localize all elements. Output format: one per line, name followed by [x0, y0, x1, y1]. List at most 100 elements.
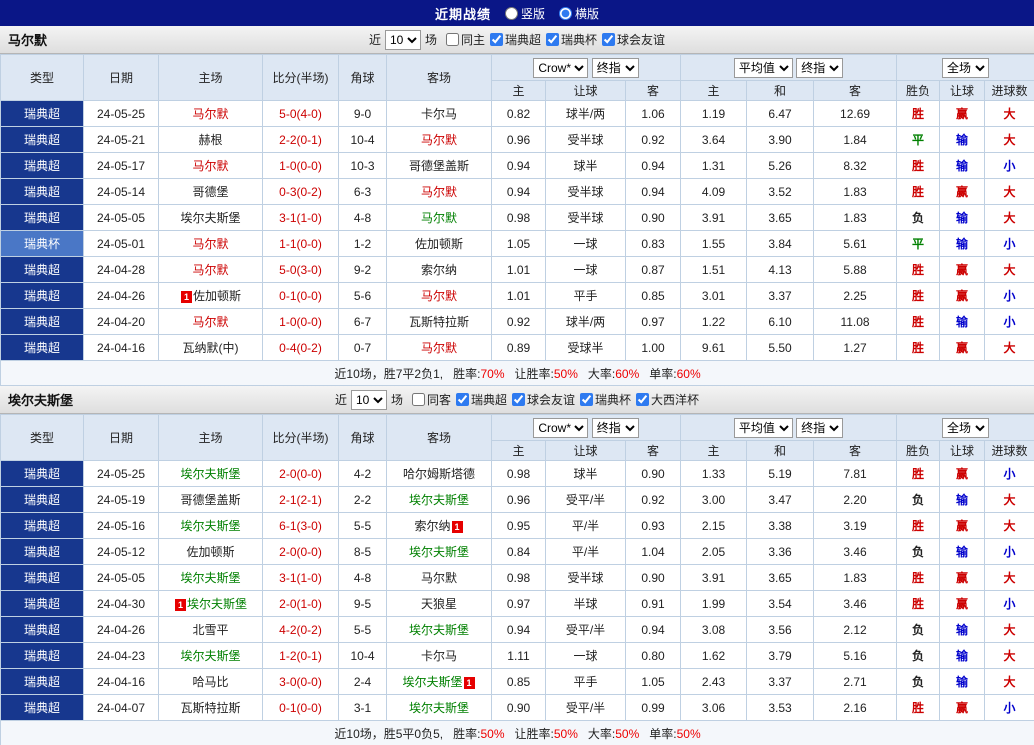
result-goals: 小	[984, 694, 1034, 721]
filter-checkbox[interactable]: 瑞典超	[490, 31, 541, 48]
filter-checkbox[interactable]: 球会友谊	[512, 391, 575, 408]
col-odds-home: 主	[491, 440, 546, 461]
mean-home: 1.33	[680, 460, 748, 487]
match-date: 24-05-05	[83, 564, 159, 591]
filter-checkbox[interactable]: 同客	[411, 391, 451, 408]
mean-stage-select[interactable]: 终指	[796, 417, 844, 438]
mean-draw: 3.38	[746, 512, 815, 539]
match-count-select[interactable]: 10	[350, 389, 387, 410]
stat-label: 胜率:	[453, 726, 481, 741]
checkbox-input[interactable]	[602, 33, 616, 46]
mean-select[interactable]: 平均值	[733, 417, 793, 438]
away-team: 马尔默	[386, 334, 492, 361]
result-handicap: 输	[939, 668, 986, 695]
league-badge: 瑞典超	[0, 694, 84, 721]
match-date: 24-04-28	[83, 256, 159, 283]
away-team: 埃尔夫斯堡 1	[386, 668, 492, 695]
mean-away: 2.25	[813, 282, 898, 309]
match-row: 瑞典超 24-04-20 马尔默 1-0(0-0) 6-7 瓦斯特拉斯 0.92 球半/两 0.…	[0, 308, 1034, 335]
result-handicap: 输	[939, 538, 986, 565]
odds-stage-select[interactable]: 终指	[591, 57, 639, 78]
checkbox-input[interactable]	[490, 33, 503, 46]
col-odds-handicap: 让球	[545, 80, 626, 101]
checkbox-input[interactable]	[512, 393, 525, 406]
odds-home: 0.95	[491, 512, 546, 539]
result-goals: 大	[984, 668, 1034, 695]
col-type: 类型	[0, 414, 84, 461]
away-team: 索尔纳	[386, 256, 492, 283]
checkbox-input[interactable]	[455, 393, 469, 406]
match-row: 瑞典超 24-04-23 埃尔夫斯堡 1-2(0-1) 10-4 卡尔马 1.11 一球 0.8…	[0, 642, 1034, 669]
result-outcome: 胜	[896, 256, 941, 283]
layout-option-horizontal[interactable]: 横版	[559, 5, 599, 22]
bookmaker-select[interactable]: Crow*	[533, 57, 589, 78]
checkbox-input[interactable]	[445, 33, 459, 46]
away-team: 哈尔姆斯塔德	[386, 460, 492, 487]
mean-draw: 3.54	[746, 590, 815, 617]
odds-handicap: 受半球	[545, 564, 626, 591]
period-select[interactable]: 全场	[942, 57, 990, 78]
col-away: 客场	[386, 414, 492, 461]
filter-checkbox[interactable]: 瑞典超	[455, 391, 507, 408]
mean-select[interactable]: 平均值	[733, 57, 793, 78]
checkbox-input[interactable]	[546, 33, 560, 46]
result-outcome: 平	[896, 126, 941, 153]
result-handicap: 赢	[939, 694, 986, 721]
corners: 5-5	[338, 616, 387, 643]
odds-home: 1.01	[491, 282, 546, 309]
stat-over-rate: 大率:60%	[588, 365, 639, 382]
away-team-name: 哈尔姆斯塔德	[402, 467, 475, 481]
odds-home: 0.90	[491, 694, 546, 721]
filter-checkbox[interactable]: 大西洋杯	[636, 391, 699, 408]
match-date: 24-05-05	[83, 204, 159, 231]
horizontal-layout-radio[interactable]	[559, 6, 572, 20]
filter-checkbox[interactable]: 同主	[445, 31, 485, 48]
home-team-name: 马尔默	[192, 237, 229, 251]
layout-option-vertical[interactable]: 竖版	[504, 5, 545, 22]
result-outcome: 负	[896, 538, 941, 565]
filter-bar: 近 10 场 同主 瑞典超 瑞典杯 球会友谊	[369, 29, 665, 50]
mean-stage-select[interactable]: 终指	[796, 57, 844, 78]
odds-handicap: 受半球	[545, 204, 626, 231]
vertical-layout-radio[interactable]	[504, 6, 518, 20]
period-select[interactable]: 全场	[942, 417, 990, 438]
checkbox-input[interactable]	[411, 393, 425, 406]
checkbox-input[interactable]	[580, 393, 594, 406]
result-goals: 大	[984, 126, 1034, 153]
filter-checkbox[interactable]: 瑞典杯	[546, 31, 597, 48]
score: 2-0(0-0)	[262, 538, 339, 565]
summary-row: 近10场，胜7平2负1, 胜率:70% 让胜率:50% 大率:60% 单率:60…	[0, 360, 1034, 386]
league-badge: 瑞典超	[0, 616, 84, 643]
mean-home: 1.55	[680, 230, 748, 257]
bookmaker-select[interactable]: Crow*	[533, 417, 589, 438]
match-row: 瑞典超 24-05-16 埃尔夫斯堡 6-1(3-0) 5-5 索尔纳 1 0.95 平/半 0.…	[0, 512, 1034, 539]
mean-home: 2.43	[680, 668, 748, 695]
corners: 10-4	[338, 126, 387, 153]
col-date: 日期	[83, 54, 159, 101]
filter-checkbox[interactable]: 瑞典杯	[580, 391, 631, 408]
col-mean-away: 客	[813, 80, 898, 101]
odds-stage-select[interactable]: 终指	[591, 417, 639, 438]
mean-draw: 3.47	[746, 486, 815, 513]
odds-home: 0.94	[491, 152, 546, 179]
score: 1-1(0-0)	[262, 230, 339, 257]
result-goals: 大	[984, 512, 1034, 539]
match-date: 24-05-21	[83, 126, 159, 153]
odds-handicap: 一球	[545, 256, 626, 283]
mean-home: 1.51	[680, 256, 748, 283]
checkbox-input[interactable]	[636, 393, 650, 406]
odds-away: 0.80	[624, 642, 682, 669]
odds-handicap: 受半球	[545, 126, 626, 153]
stat-value: 70%	[480, 366, 505, 381]
mean-home: 2.05	[680, 538, 748, 565]
home-team: 哥德堡	[158, 178, 263, 205]
games-label: 场	[390, 393, 403, 407]
col-handicap-result: 让球	[939, 440, 986, 461]
filter-checkbox[interactable]: 球会友谊	[602, 31, 665, 48]
match-count-select[interactable]: 10	[384, 29, 421, 50]
result-group-header: 全场	[896, 54, 1034, 81]
home-team: 马尔默	[158, 308, 263, 335]
topbar: 近期战绩 竖版 横版	[0, 0, 1034, 26]
match-row: 瑞典超 24-05-05 埃尔夫斯堡 3-1(1-0) 4-8 马尔默 0.98 受半球 0.9…	[0, 564, 1034, 591]
away-team-name: 哥德堡盖斯	[408, 159, 469, 173]
